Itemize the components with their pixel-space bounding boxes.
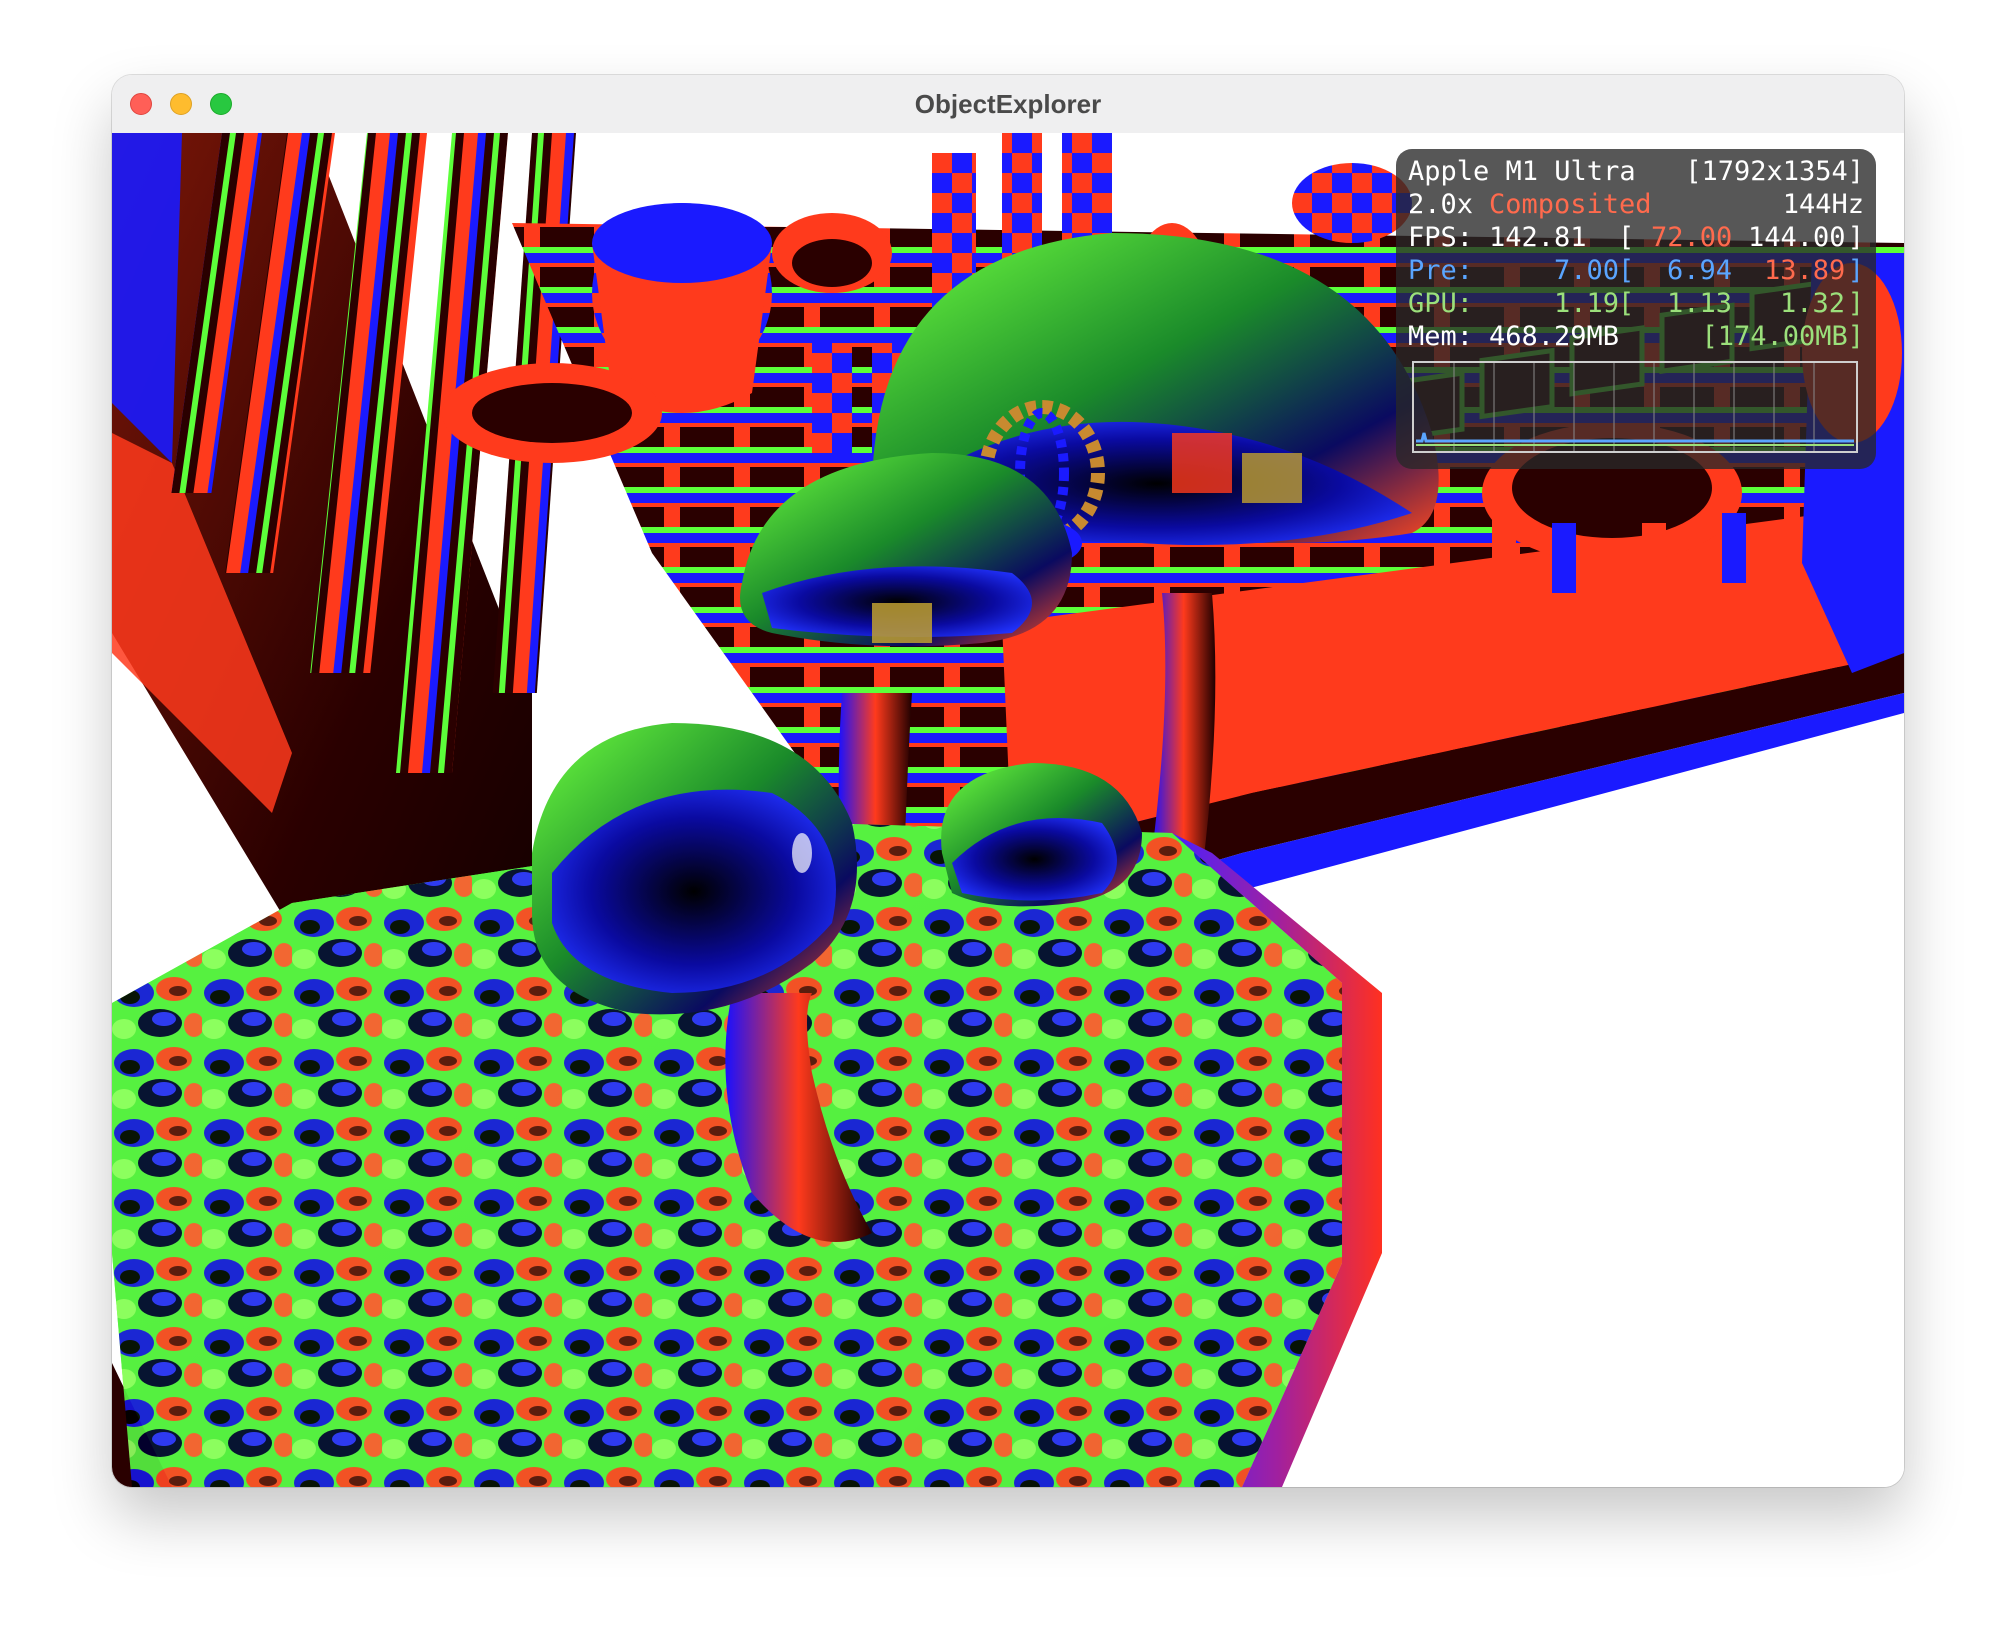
- hud-gpu-value: 1.19: [1554, 288, 1620, 319]
- hud-gpu-open: [: [1618, 288, 1635, 319]
- hud-mem-value: 468.29MB: [1489, 321, 1620, 352]
- hud-mode: Composited: [1489, 189, 1652, 220]
- hud-fps-min: 72.00: [1651, 222, 1733, 253]
- hud-fps-close: ]: [1847, 222, 1864, 253]
- hud-mem-peak: [174.00MB]: [1701, 321, 1864, 352]
- app-window: ObjectExplorer Apple M1 Ultra [1792x1354…: [112, 75, 1904, 1487]
- hud-fps-max: 144.00: [1748, 222, 1846, 253]
- hud-gpu-max: 1.32: [1780, 288, 1846, 319]
- hud-pre-close: ]: [1847, 255, 1864, 286]
- hud-pre-label: Pre:: [1408, 255, 1474, 286]
- hud-pre-value: 7.00: [1554, 255, 1620, 286]
- hud-device: Apple M1 Ultra: [1408, 156, 1636, 187]
- performance-hud: Apple M1 Ultra [1792x1354] 2.0x Composit…: [1396, 149, 1876, 469]
- hud-fps-label: FPS:: [1408, 222, 1474, 253]
- hud-refresh: 144Hz: [1782, 189, 1864, 220]
- hud-mem-label: Mem:: [1408, 321, 1474, 352]
- 3d-viewport[interactable]: Apple M1 Ultra [1792x1354] 2.0x Composit…: [112, 133, 1904, 1487]
- hud-pre-open: [: [1618, 255, 1635, 286]
- hud-pre-max: 13.89: [1764, 255, 1846, 286]
- hud-pre-min: 6.94: [1667, 255, 1733, 286]
- hud-fps-open: [: [1618, 222, 1635, 253]
- hud-resolution: [1792x1354]: [1685, 156, 1864, 187]
- hud-fps-value: 142.81: [1489, 222, 1587, 253]
- hud-gpu-close: ]: [1847, 288, 1864, 319]
- hud-frame-graph: [1412, 361, 1858, 453]
- hud-scale: 2.0x: [1408, 189, 1474, 220]
- window-title: ObjectExplorer: [914, 89, 1102, 119]
- hud-gpu-min: 1.13: [1667, 288, 1733, 319]
- title-bar[interactable]: ObjectExplorer: [112, 75, 1904, 134]
- hud-gpu-label: GPU:: [1408, 288, 1474, 319]
